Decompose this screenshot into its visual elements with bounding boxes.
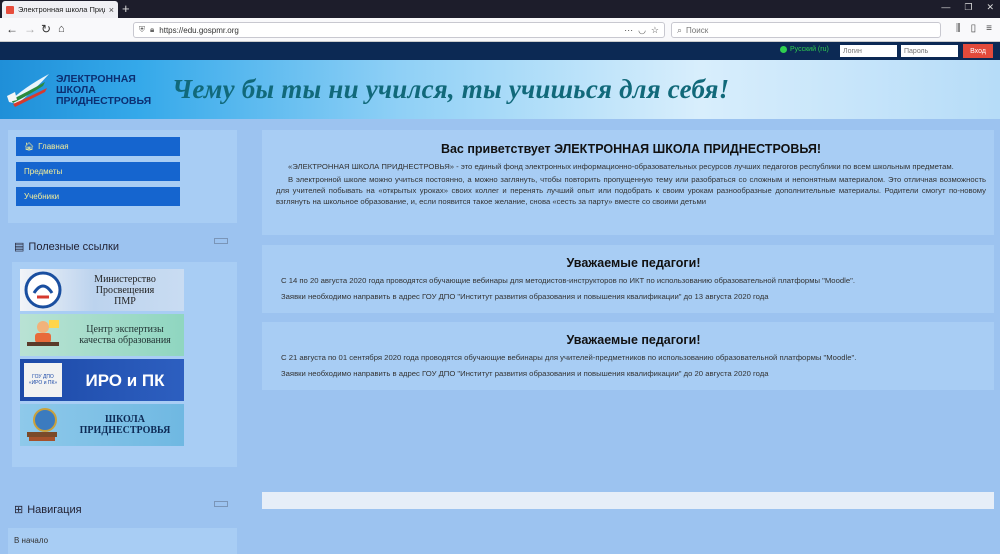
reload-icon[interactable]: ↻ — [41, 22, 51, 36]
maximize-button[interactable]: ❐ — [964, 2, 972, 13]
language-flag-icon — [780, 46, 787, 53]
useful-links-title: ▤ Полезные ссылки — [14, 240, 119, 254]
menu-item-home[interactable]: 🏠︎ Главная — [16, 137, 180, 156]
notice-2-title: Уважаемые педагоги! — [566, 333, 701, 347]
site-banner: ЭЛЕКТРОННАЯ ШКОЛА ПРИДНЕСТРОВЬЯ Чему бы … — [0, 60, 1000, 119]
useful-links-collapse-icon[interactable] — [214, 238, 228, 244]
shield-icon: ⛨ — [139, 25, 145, 34]
notice-1-paragraph-1: С 14 по 20 августа 2020 года проводятся … — [281, 276, 855, 285]
close-window-button[interactable]: ✕ — [986, 2, 994, 13]
tab-close-icon[interactable]: × — [109, 5, 114, 15]
globe-books-icon — [20, 404, 66, 446]
window-controls: — ❐ ✕ — [941, 2, 994, 13]
teacher-at-desk-icon — [20, 314, 66, 356]
welcome-paragraph-2: В электронной школе можно учиться постоя… — [276, 175, 986, 206]
useful-links-block: Министерство Просвещения ПМР Центр экспе… — [12, 262, 237, 467]
password-input[interactable] — [901, 45, 958, 57]
iro-logo-icon: ГОУ ДПО «ИРО и ПК» — [20, 359, 66, 401]
school-logo-icon[interactable] — [5, 70, 55, 110]
notice-2-paragraph-2: Заявки необходимо направить в адрес ГОУ … — [281, 369, 769, 378]
link-iro[interactable]: ГОУ ДПО «ИРО и ПК» ИРО и ПК — [20, 359, 184, 401]
url-text: https://edu.gospmr.org — [159, 25, 239, 35]
new-tab-button[interactable]: + — [122, 1, 130, 17]
lock-icon: 🔒︎ — [150, 25, 155, 34]
login-input[interactable] — [840, 45, 897, 57]
library-icon[interactable]: ⫼ — [956, 23, 961, 34]
site-top-bar: Русский (ru) Вход — [0, 42, 1000, 60]
browser-tab[interactable]: Электронная школа Приднестровья × — [2, 1, 118, 18]
bookmark-star-icon[interactable]: ☆ — [651, 25, 659, 36]
home-icon[interactable]: ⌂ — [58, 22, 65, 36]
list-icon: ▤ — [14, 241, 25, 253]
browser-toolbar: ← → ↻ ⌂ ⛨ 🔒︎ https://edu.gospmr.org ⋯ ◡ … — [0, 18, 1000, 42]
address-bar[interactable]: ⛨ 🔒︎ https://edu.gospmr.org ⋯ ◡ ☆ — [133, 22, 665, 38]
pocket-icon[interactable]: ◡ — [638, 25, 646, 36]
menu-icon[interactable]: ≡ — [986, 23, 992, 34]
link-ministry[interactable]: Министерство Просвещения ПМР — [20, 269, 184, 311]
main-menu-block: 🏠︎ Главная Предметы Учебники — [8, 130, 237, 223]
sidebar-icon[interactable]: ▯ — [971, 23, 977, 34]
forward-arrow-icon[interactable]: → — [24, 22, 36, 36]
search-input[interactable] — [686, 25, 935, 35]
tab-title: Электронная школа Приднестровья — [18, 5, 105, 14]
back-arrow-icon[interactable]: ← — [6, 22, 18, 36]
notice-1-paragraph-2: Заявки необходимо направить в адрес ГОУ … — [281, 292, 769, 301]
notice-block-2: Уважаемые педагоги! С 21 августа по 01 с… — [262, 322, 994, 390]
link-school-pmr-label: ШКОЛА ПРИДНЕСТРОВЬЯ — [79, 414, 171, 436]
language-selector[interactable]: Русский (ru) — [780, 46, 829, 53]
menu-item-subjects[interactable]: Предметы — [16, 162, 180, 181]
content-footer-bar — [262, 492, 994, 509]
notice-1-title: Уважаемые педагоги! — [566, 256, 701, 270]
welcome-paragraph-1: «ЭЛЕКТРОННАЯ ШКОЛА ПРИДНЕСТРОВЬЯ» - это … — [288, 162, 954, 171]
navigation-collapse-icon[interactable] — [214, 501, 228, 507]
search-icon: ⌕ — [677, 24, 683, 35]
browser-extra-buttons: ⫼ ▯ ≡ — [956, 23, 992, 34]
sitemap-icon: ⊞ — [14, 504, 24, 516]
search-bar[interactable]: ⌕ — [671, 22, 941, 38]
notice-2-paragraph-1: С 21 августа по 01 сентября 2020 года пр… — [281, 353, 857, 362]
menu-item-textbooks[interactable]: Учебники — [16, 187, 180, 206]
login-button[interactable]: Вход — [963, 44, 993, 58]
link-quality-center[interactable]: Центр экспертизы качества образования — [20, 314, 184, 356]
minimize-button[interactable]: — — [941, 2, 950, 13]
welcome-title: Вас приветствует ЭЛЕКТРОННАЯ ШКОЛА ПРИДН… — [440, 142, 822, 156]
navigation-block: В начало — [8, 528, 237, 554]
nav-item-home[interactable]: В начало — [14, 536, 48, 545]
link-quality-center-label: Центр экспертизы качества образования — [79, 324, 171, 346]
link-iro-label: ИРО и ПК — [85, 370, 165, 390]
welcome-block: Вас приветствует ЭЛЕКТРОННАЯ ШКОЛА ПРИДН… — [262, 130, 994, 235]
navigation-title: ⊞ Навигация — [14, 503, 82, 517]
ministry-emblem-icon — [20, 269, 66, 311]
language-label: Русский (ru) — [790, 46, 829, 53]
link-ministry-label: Министерство Просвещения ПМР — [94, 273, 156, 307]
browser-tab-bar: Электронная школа Приднестровья × + — ❐ … — [0, 0, 1000, 18]
link-school-pmr[interactable]: ШКОЛА ПРИДНЕСТРОВЬЯ — [20, 404, 184, 446]
more-actions-icon[interactable]: ⋯ — [624, 25, 633, 36]
site-favicon-icon — [6, 5, 14, 14]
notice-block-1: Уважаемые педагоги! С 14 по 20 августа 2… — [262, 245, 994, 313]
home-icon: 🏠︎ — [24, 142, 35, 151]
logo-text: ЭЛЕКТРОННАЯ ШКОЛА ПРИДНЕСТРОВЬЯ — [56, 73, 152, 107]
banner-slogan: Чему бы ты ни учился, ты учишься для себ… — [172, 74, 730, 104]
